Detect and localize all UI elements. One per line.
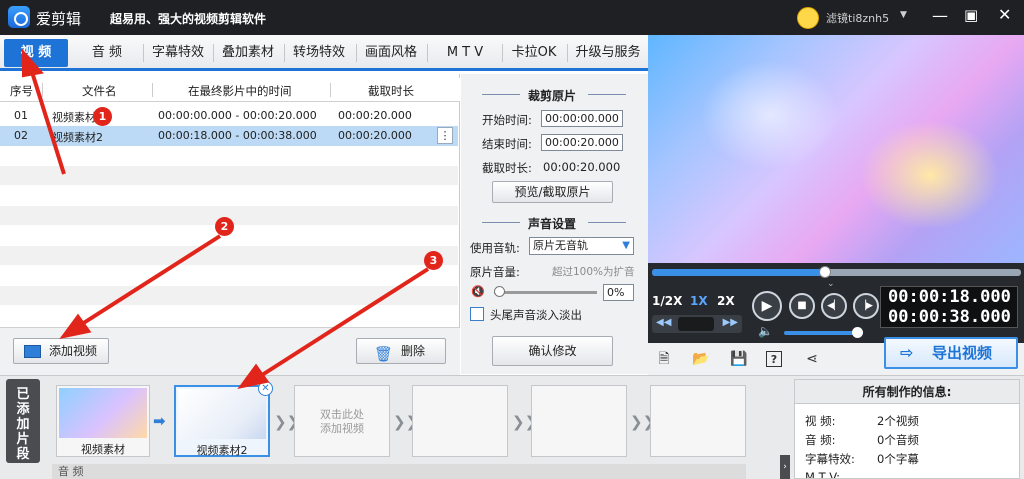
annotation-arrow-1 xyxy=(30,71,66,175)
annotation-arrowhead-2 xyxy=(59,313,92,340)
annotation-arrow-3 xyxy=(260,267,430,377)
annotation-arrow-2 xyxy=(80,234,222,326)
annotation-arrows xyxy=(22,48,430,390)
annotation-arrowhead-1 xyxy=(22,48,44,78)
annotation-badge-1: 1 xyxy=(93,107,112,126)
annotation-badge-2: 2 xyxy=(215,217,234,236)
annotation-arrowhead-3 xyxy=(237,363,270,390)
annotation-badge-3: 3 xyxy=(424,251,443,270)
